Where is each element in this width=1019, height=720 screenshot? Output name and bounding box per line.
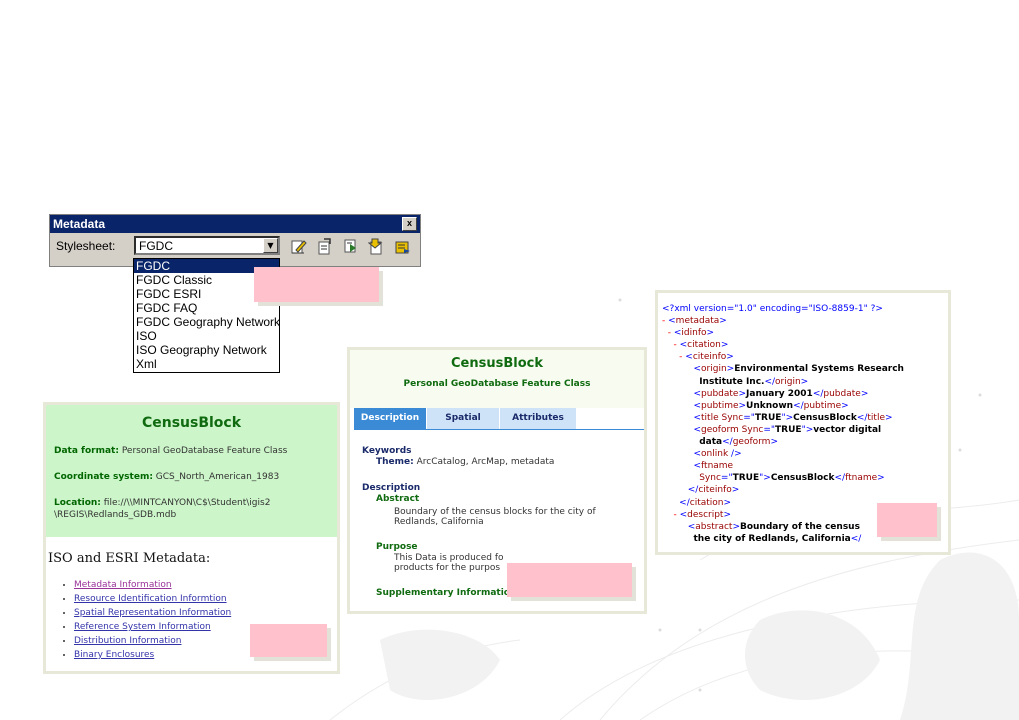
xml-geoform-value-2: data <box>699 437 723 448</box>
abstract-heading: Abstract <box>376 494 420 504</box>
dropdown-option-fgdc-faq[interactable]: FGDC FAQ <box>134 301 279 315</box>
xml-ftname-value: CensusBlock <box>770 473 835 484</box>
tab-attributes[interactable]: Attributes <box>500 408 576 429</box>
coordinate-system-value: GCS_North_American_1983 <box>155 472 280 482</box>
edit-metadata-icon[interactable] <box>290 238 307 255</box>
iso-section-title: ISO and ESRI Metadata: <box>48 551 211 566</box>
tab-spatial[interactable]: Spatial <box>427 408 499 429</box>
purpose-text-line-1: This Data is produced fo <box>394 553 504 563</box>
location-row: Location: file://\\MINTCANYON\C$\Student… <box>54 497 329 521</box>
xml-geoform-value: vector digital <box>813 424 882 435</box>
chevron-down-icon[interactable]: ▼ <box>263 238 278 253</box>
xml-pubdate-value: January 2001 <box>746 388 813 399</box>
data-format-row: Data format: Personal GeoDatabase Featur… <box>54 445 329 457</box>
toolbar-title-bar[interactable]: Metadata x <box>50 215 420 233</box>
iso-panel-title: CensusBlock <box>141 415 242 431</box>
fgdc-panel-subtitle: Personal GeoDatabase Feature Class <box>403 379 591 389</box>
export-icon[interactable] <box>368 238 385 255</box>
toolbar-title: Metadata <box>53 217 106 231</box>
tab-description[interactable]: Description <box>354 408 426 429</box>
redaction-box <box>877 503 937 537</box>
properties-icon[interactable] <box>394 238 411 255</box>
iso-panel-header: CensusBlock Data format: Personal GeoDat… <box>46 405 337 537</box>
description-heading: Description <box>362 483 421 493</box>
create-update-icon[interactable] <box>316 238 333 255</box>
stylesheet-label: Stylesheet: <box>56 239 116 253</box>
reference-system-link[interactable]: Reference System Information <box>74 622 211 632</box>
fgdc-panel-header: CensusBlock Personal GeoDatabase Feature… <box>350 350 644 408</box>
xml-tree: <?xml version="1.0" encoding="ISO-8859-1… <box>662 304 904 544</box>
dropdown-option-xml[interactable]: Xml <box>134 357 279 371</box>
abstract-text-line-2: Redlands, California <box>394 517 484 527</box>
dropdown-option-fgdc-geography-network[interactable]: FGDC Geography Network <box>134 315 280 329</box>
metadata-information-link[interactable]: Metadata Information <box>74 580 172 590</box>
xml-abstract-value: Boundary of the census <box>739 521 860 532</box>
spatial-representation-link[interactable]: Spatial Representation Information <box>74 608 231 618</box>
theme-value: ArcCatalog, ArcMap, metadata <box>416 457 555 467</box>
redaction-box <box>507 563 632 597</box>
coordinate-system-label: Coordinate system: <box>54 472 153 482</box>
distribution-information-link[interactable]: Distribution Information <box>74 636 181 646</box>
theme-label: Theme: <box>376 457 414 467</box>
list-item: Spatial Representation Information <box>74 606 337 620</box>
abstract-text-line-1: Boundary of the census blocks for the ci… <box>394 507 596 517</box>
redaction-box <box>254 267 379 302</box>
dropdown-option-iso-geography-network[interactable]: ISO Geography Network <box>134 343 279 357</box>
data-format-label: Data format: <box>54 446 119 456</box>
purpose-heading: Purpose <box>376 542 418 552</box>
xml-pubtime-value: Unknown <box>746 400 794 411</box>
theme-row: Theme: ArcCatalog, ArcMap, metadata <box>362 457 638 467</box>
close-button[interactable]: x <box>402 217 417 231</box>
xml-origin-value: Environmental Systems Research <box>734 364 904 375</box>
fgdc-panel-title: CensusBlock <box>451 356 543 371</box>
list-item: Metadata Information <box>74 578 337 592</box>
list-item: Resource Identification Informtion <box>74 592 337 606</box>
xml-origin-value-2: Institute Inc. <box>699 376 765 387</box>
keywords-heading: Keywords <box>362 446 412 456</box>
xml-title-value: CensusBlock <box>793 412 857 423</box>
xml-declaration: <?xml version="1.0" encoding="ISO-8859-1… <box>662 304 883 314</box>
redaction-box <box>250 624 327 657</box>
stylesheet-select[interactable]: FGDC ▼ <box>134 236 280 255</box>
dropdown-option-iso[interactable]: ISO <box>134 329 279 343</box>
import-icon[interactable] <box>342 238 359 255</box>
resource-identification-link[interactable]: Resource Identification Informtion <box>74 594 227 604</box>
tab-underline <box>354 429 644 430</box>
fgdc-tab-bar: Description Spatial Attributes <box>354 408 577 429</box>
xml-abstract-value-2: the city of Redlands, California <box>693 533 851 544</box>
coordinate-system-row: Coordinate system: GCS_North_American_19… <box>54 471 329 483</box>
data-format-value: Personal GeoDatabase Feature Class <box>121 446 288 456</box>
location-label: Location: <box>54 498 101 508</box>
stylesheet-select-value: FGDC <box>139 239 173 253</box>
binary-enclosures-link[interactable]: Binary Enclosures <box>74 650 154 660</box>
